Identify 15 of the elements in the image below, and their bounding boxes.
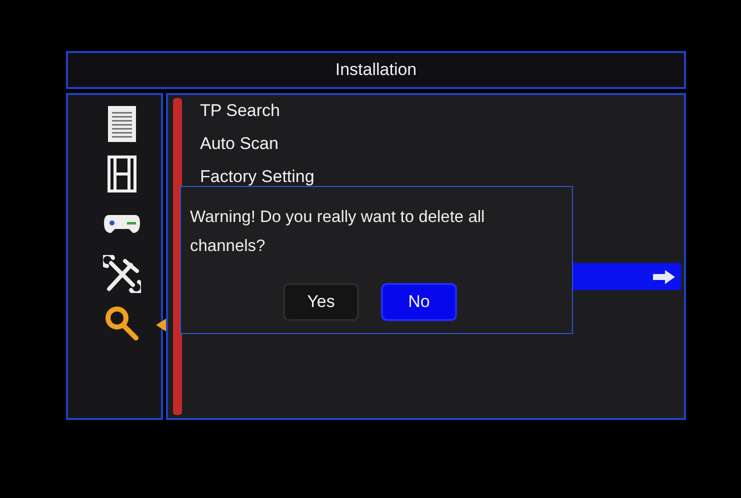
window-title: Installation — [335, 60, 417, 80]
menu-item-label: Auto Scan — [200, 135, 278, 154]
gamepad-icon[interactable] — [102, 214, 140, 234]
dialog-button[interactable]: No — [381, 283, 457, 321]
menu-item[interactable]: Auto Scan — [198, 128, 681, 161]
warning-message: Warning! Do you really want to delete all channels? — [190, 207, 486, 257]
arrow-right-icon — [653, 270, 675, 284]
menu-item[interactable]: TP Search — [198, 95, 681, 128]
tools-icon[interactable] — [102, 255, 140, 293]
menu-item-label: Factory Setting — [200, 168, 314, 187]
film-icon[interactable] — [104, 155, 138, 193]
menu-item-label: TP Search — [200, 102, 280, 121]
dialog-button[interactable]: Yes — [283, 283, 359, 321]
pointer-icon — [156, 318, 166, 332]
search-icon[interactable] — [102, 305, 140, 343]
